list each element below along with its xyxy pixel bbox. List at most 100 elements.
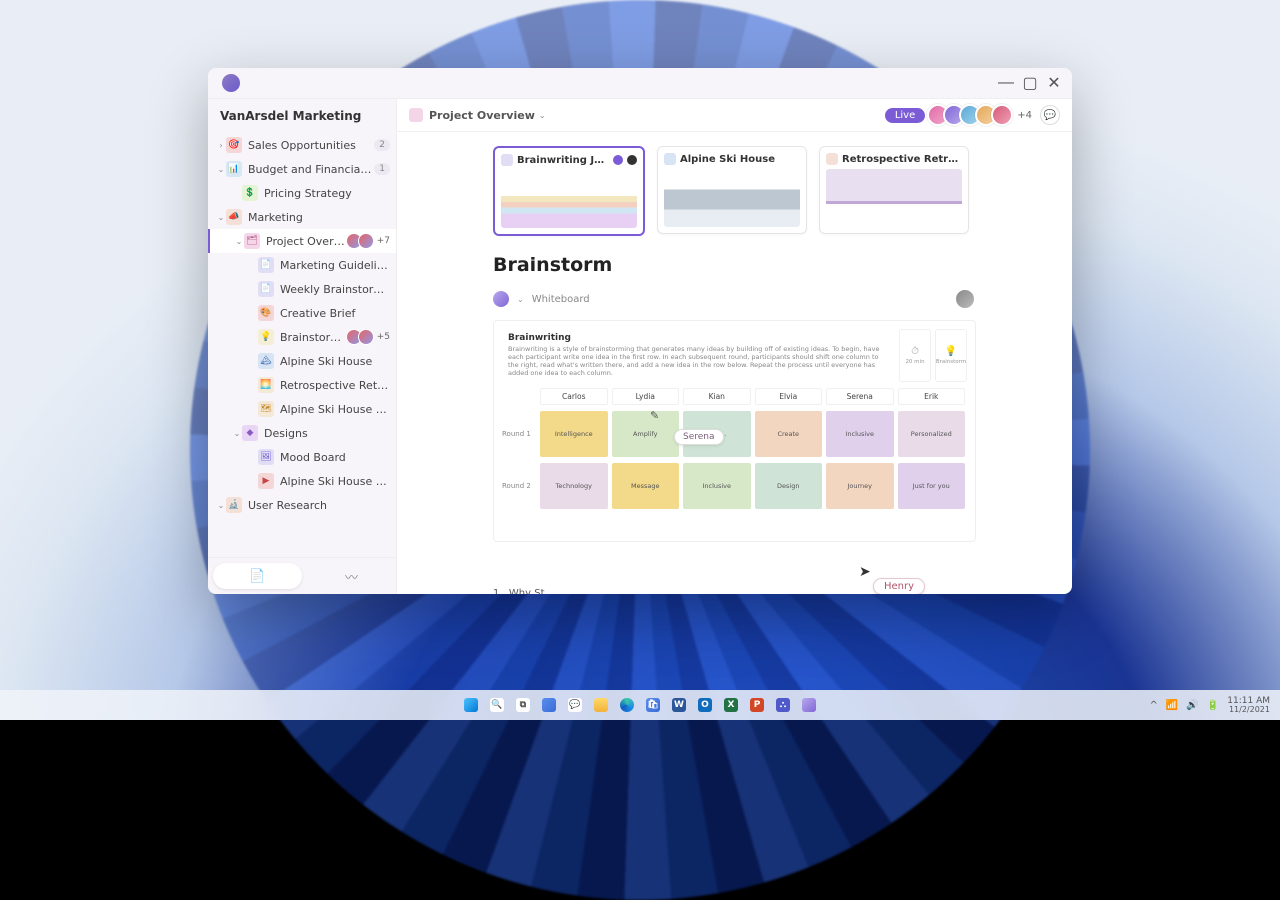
card-preview bbox=[664, 169, 800, 227]
nav-item-icon: 🎨 bbox=[258, 305, 274, 321]
sticky-note[interactable]: Personalized bbox=[898, 411, 966, 457]
minimize-button[interactable]: — bbox=[994, 71, 1018, 95]
sidebar-item[interactable]: ▶Alpine Ski House Sizzle Re… bbox=[208, 469, 396, 493]
activity-tab[interactable]: 〰 bbox=[307, 558, 396, 594]
chevron-down-icon[interactable]: ⌄ bbox=[517, 295, 524, 304]
breadcrumb[interactable]: Project Overview bbox=[429, 109, 535, 122]
component-card[interactable]: Alpine Ski House bbox=[657, 146, 807, 234]
sidebar-item[interactable]: ›🎯Sales Opportunities2 bbox=[208, 133, 396, 157]
wifi-icon[interactable]: 📶 bbox=[1166, 700, 1178, 711]
edge-icon[interactable] bbox=[616, 694, 638, 716]
close-button[interactable]: ✕ bbox=[1042, 71, 1066, 95]
avatar bbox=[991, 104, 1013, 126]
sidebar-item[interactable]: 🏔Alpine Ski House bbox=[208, 349, 396, 373]
outlook-icon[interactable]: O bbox=[694, 694, 716, 716]
whiteboard-icon[interactable] bbox=[493, 291, 509, 307]
sidebar-item[interactable]: ⌄🗂Project Overview+7 bbox=[208, 229, 396, 253]
nav-item-label: Weekly Brainstorm Meeting bbox=[280, 283, 390, 296]
avatar bbox=[358, 233, 374, 249]
sticky-note[interactable]: Inclusive bbox=[683, 463, 751, 509]
count-badge: 1 bbox=[374, 163, 390, 175]
volume-icon[interactable]: 🔊 bbox=[1186, 700, 1198, 711]
sticky-note[interactable]: Create bbox=[755, 411, 823, 457]
widgets-icon[interactable] bbox=[538, 694, 560, 716]
task-view-icon[interactable]: ⧉ bbox=[512, 694, 534, 716]
list-item-text[interactable]: Why St bbox=[509, 588, 545, 595]
teams-icon[interactable]: ⛬ bbox=[772, 694, 794, 716]
component-card[interactable]: Retrospective Retreat bbox=[819, 146, 969, 234]
sidebar-item[interactable]: ⌄📣Marketing bbox=[208, 205, 396, 229]
battery-icon[interactable]: 🔋 bbox=[1207, 700, 1219, 711]
sticky-note[interactable] bbox=[612, 515, 680, 529]
round-label: Round 2 bbox=[502, 463, 538, 509]
sticky-note[interactable]: Just for you bbox=[898, 463, 966, 509]
sidebar-item[interactable]: 🖼Mood Board bbox=[208, 445, 396, 469]
sticky-note[interactable]: Journey bbox=[826, 463, 894, 509]
tray-chevron-icon[interactable]: ^ bbox=[1150, 700, 1158, 711]
app-window: — ▢ ✕ VanArsdel Marketing ›🎯Sales Opport… bbox=[208, 68, 1072, 594]
sticky-note[interactable]: Design bbox=[755, 463, 823, 509]
page-title[interactable]: Brainstorm bbox=[493, 254, 976, 276]
maximize-button[interactable]: ▢ bbox=[1018, 71, 1042, 95]
sticky-note[interactable]: Message bbox=[612, 463, 680, 509]
chevron-icon[interactable]: ⌄ bbox=[232, 429, 242, 438]
desktop: — ▢ ✕ VanArsdel Marketing ›🎯Sales Opport… bbox=[0, 0, 1280, 720]
card-title: Retrospective Retreat bbox=[842, 154, 962, 165]
sidebar-item[interactable]: 📄Weekly Brainstorm Meeting bbox=[208, 277, 396, 301]
sidebar-item[interactable]: 💡Brainstorming+5 bbox=[208, 325, 396, 349]
sticky-note[interactable] bbox=[826, 515, 894, 529]
whiteboard-name[interactable]: Whiteboard bbox=[532, 294, 590, 305]
word-icon[interactable]: W bbox=[668, 694, 690, 716]
sidebar-item[interactable]: 🗺Alpine Ski House (ID: 487… bbox=[208, 397, 396, 421]
chevron-icon[interactable]: ⌄ bbox=[216, 213, 226, 222]
chevron-icon[interactable]: ⌄ bbox=[216, 165, 226, 174]
taskbar[interactable]: 🔍⧉ 💬 🛍WOXP⛬ ^ 📶 🔊 🔋 11:11 AM 11/2/2021 bbox=[0, 690, 1280, 720]
sidebar-item[interactable]: 💲Pricing Strategy bbox=[208, 181, 396, 205]
clock[interactable]: 11:11 AM 11/2/2021 bbox=[1227, 697, 1270, 714]
chevron-icon[interactable]: ⌄ bbox=[234, 237, 244, 246]
pages-tab[interactable]: 📄 bbox=[213, 563, 302, 589]
component-card[interactable]: Brainwriting Jam bbox=[493, 146, 645, 236]
sidebar-item[interactable]: 🌅Retrospective Retreat bbox=[208, 373, 396, 397]
sidebar-item[interactable]: 🎨Creative Brief bbox=[208, 301, 396, 325]
sidebar-item[interactable]: ⌄📊Budget and Financial Projection1 bbox=[208, 157, 396, 181]
system-tray[interactable]: ^ 📶 🔊 🔋 11:11 AM 11/2/2021 bbox=[1150, 697, 1270, 714]
page-content[interactable]: Brainwriting JamAlpine Ski House Retrospe… bbox=[397, 132, 1072, 594]
explorer-icon[interactable] bbox=[590, 694, 612, 716]
sticky-note[interactable]: Inclusive bbox=[826, 411, 894, 457]
sticky-note[interactable] bbox=[755, 515, 823, 529]
chevron-down-icon[interactable]: ⌄ bbox=[539, 111, 546, 120]
title-bar[interactable]: — ▢ ✕ bbox=[208, 68, 1072, 99]
workspace-title[interactable]: VanArsdel Marketing bbox=[208, 99, 396, 133]
sticky-note[interactable]: Technology bbox=[540, 463, 608, 509]
live-badge[interactable]: Live bbox=[885, 108, 925, 123]
start-icon[interactable] bbox=[460, 694, 482, 716]
nav-item-icon: 🎯 bbox=[226, 137, 242, 153]
sidebar-item[interactable]: 📄Marketing Guidelines for V… bbox=[208, 253, 396, 277]
sticky-note[interactable] bbox=[683, 515, 751, 529]
chevron-icon[interactable]: ⌄ bbox=[216, 501, 226, 510]
sidebar-item[interactable]: ⌄◆Designs bbox=[208, 421, 396, 445]
sticky-note[interactable]: Amplify bbox=[612, 411, 680, 457]
name-cell: Carlos bbox=[540, 388, 608, 405]
chat-icon[interactable]: 💬 bbox=[564, 694, 586, 716]
author-avatar[interactable] bbox=[954, 288, 976, 310]
presence-stack[interactable]: +4 bbox=[933, 104, 1032, 126]
nav-item-label: Mood Board bbox=[280, 451, 390, 464]
sticky-note[interactable] bbox=[898, 515, 966, 529]
powerpoint-icon[interactable]: P bbox=[746, 694, 768, 716]
avatar-stack: +7 bbox=[350, 233, 390, 249]
whiteboard-canvas[interactable]: BrainwritingBrainwriting is a style of b… bbox=[493, 320, 976, 542]
chevron-icon[interactable]: › bbox=[216, 141, 226, 150]
list-number: 1. bbox=[493, 588, 503, 595]
store-icon[interactable]: 🛍 bbox=[642, 694, 664, 716]
search-icon[interactable]: 🔍 bbox=[486, 694, 508, 716]
nav-item-label: Brainstorming bbox=[280, 331, 350, 344]
excel-icon[interactable]: X bbox=[720, 694, 742, 716]
sidebar-item[interactable]: ⌄🔬User Research bbox=[208, 493, 396, 517]
numbered-list[interactable]: 1. Why St ☺ bbox=[493, 588, 976, 595]
loop-icon[interactable] bbox=[798, 694, 820, 716]
sticky-note[interactable] bbox=[540, 515, 608, 529]
sticky-note[interactable]: Intelligence bbox=[540, 411, 608, 457]
chat-button[interactable]: 💬 bbox=[1040, 105, 1060, 125]
